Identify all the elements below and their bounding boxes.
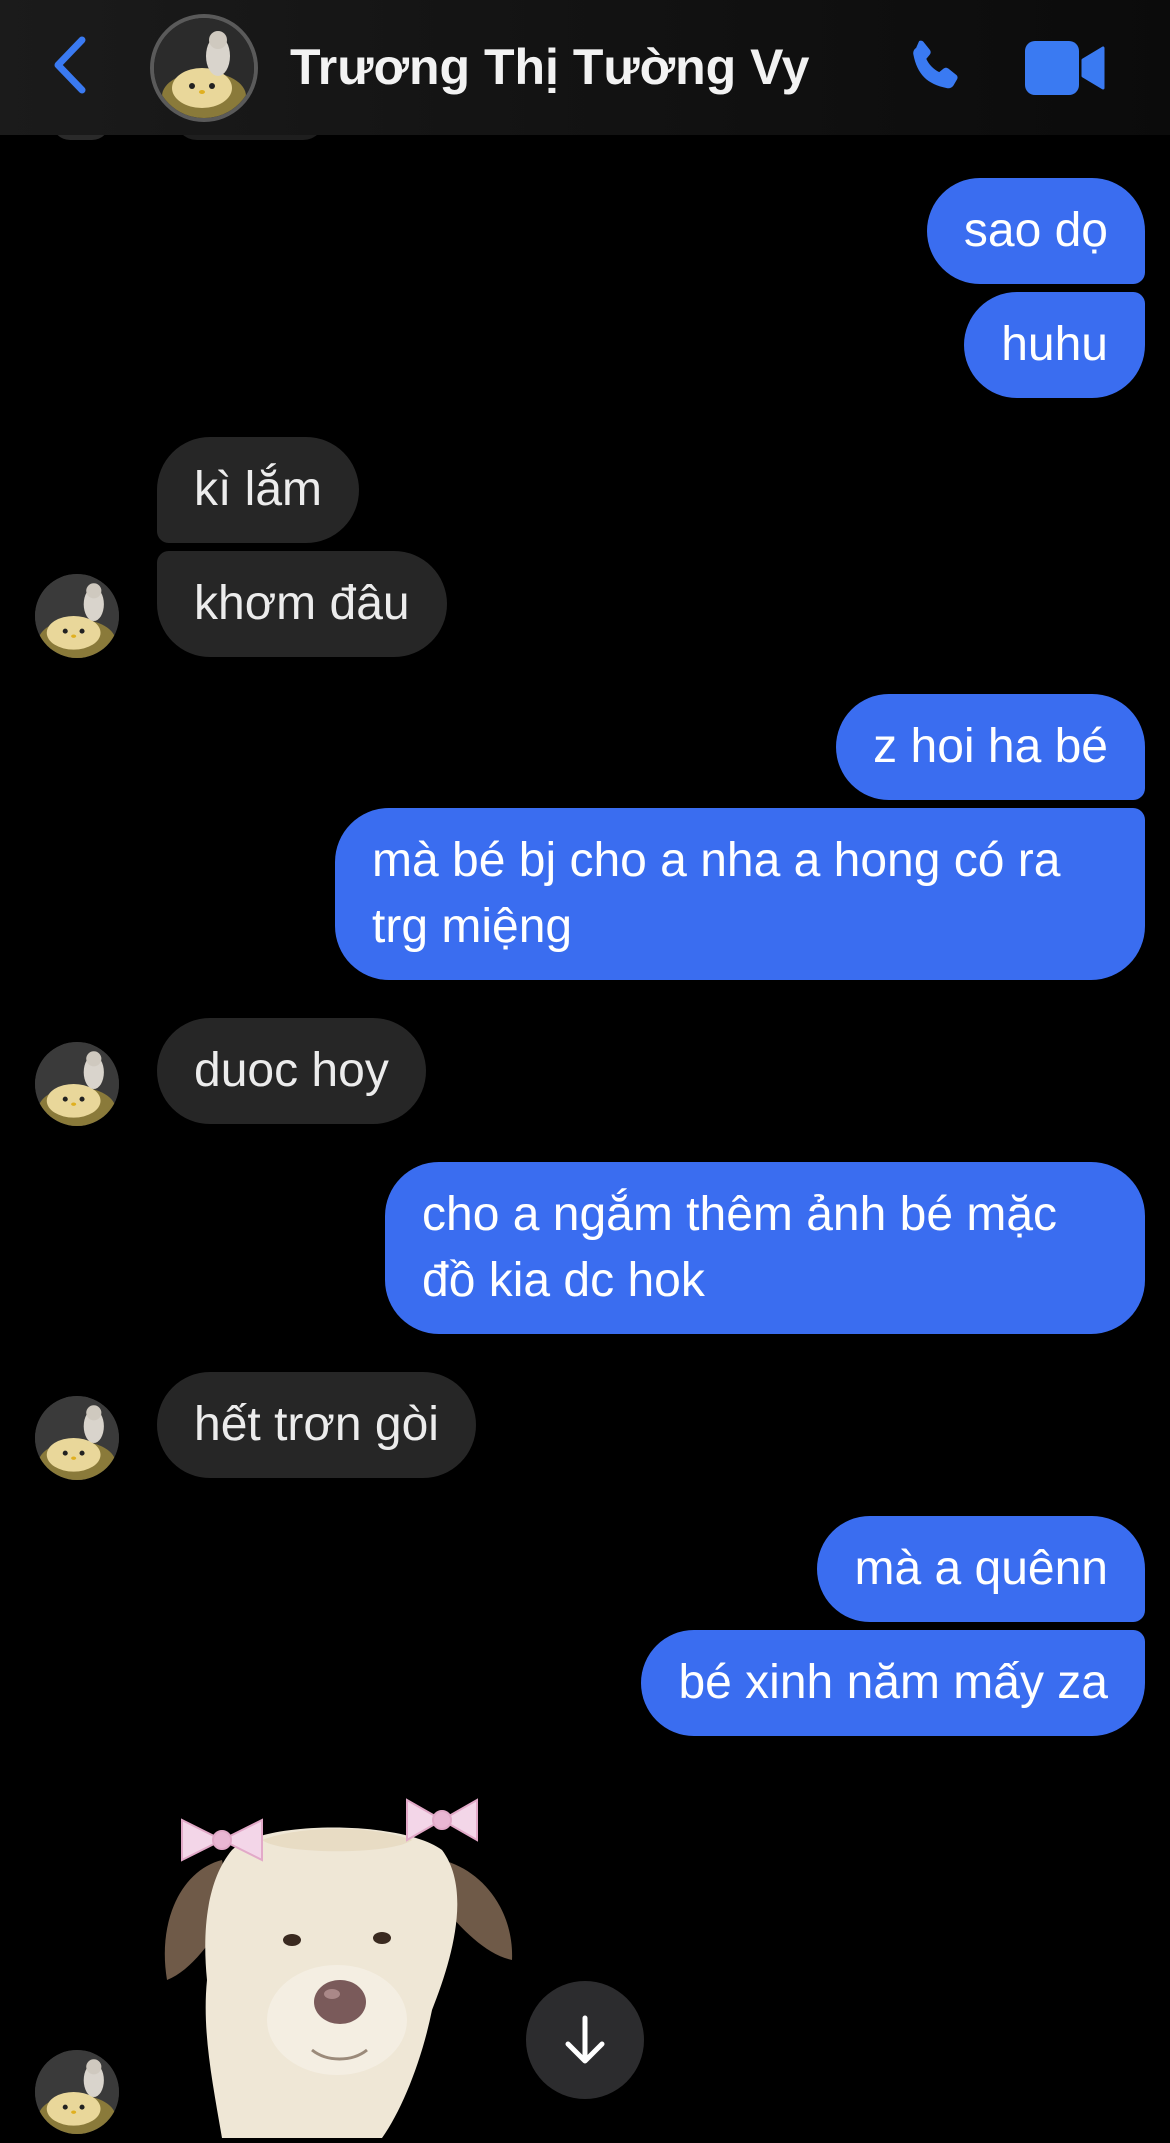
received-message[interactable]: khơm đâu xyxy=(157,551,447,657)
contact-avatar-small[interactable] xyxy=(35,1396,119,1480)
hello-kitty-avatar-image xyxy=(35,1042,119,1126)
sent-message[interactable]: sao dọ xyxy=(926,178,1145,284)
contact-name[interactable]: Trương Thị Tường Vy xyxy=(290,38,809,96)
hello-kitty-avatar-image xyxy=(35,574,119,658)
sent-message[interactable]: bé xinh năm mấy za xyxy=(641,1630,1145,1736)
received-message[interactable]: kì lắm xyxy=(157,437,360,543)
contact-avatar-small[interactable] xyxy=(35,1042,119,1126)
back-button[interactable] xyxy=(40,30,100,100)
sent-message[interactable]: mà bé bj cho a nha a hong có ra trg miện… xyxy=(335,808,1145,980)
sent-message[interactable]: mà a quênn xyxy=(817,1516,1145,1622)
dog-sticker[interactable] xyxy=(152,1780,520,2138)
hello-kitty-avatar-image xyxy=(154,18,254,118)
scroll-to-bottom-button[interactable] xyxy=(526,1981,644,2099)
sent-message[interactable]: cho a ngắm thêm ảnh bé mặc đồ kia dc hok xyxy=(385,1162,1145,1334)
chevron-left-icon xyxy=(54,36,86,94)
dog-with-pink-bows-sticker-image xyxy=(164,1798,513,2138)
contact-avatar-small[interactable] xyxy=(35,574,119,658)
arrow-down-icon xyxy=(565,2015,605,2064)
hello-kitty-avatar-image xyxy=(35,1396,119,1480)
sent-message[interactable]: z hoi ha bé xyxy=(836,694,1145,800)
voice-call-button[interactable] xyxy=(896,30,972,106)
contact-avatar-small[interactable] xyxy=(35,2050,119,2134)
video-camera-icon xyxy=(1025,41,1105,95)
hello-kitty-avatar-image xyxy=(35,2050,119,2134)
contact-avatar[interactable] xyxy=(150,14,258,122)
received-message[interactable]: hết trơn gòi xyxy=(157,1372,476,1478)
phone-icon xyxy=(913,40,958,89)
conversation-header: Trương Thị Tường Vy xyxy=(0,0,1170,135)
sent-message[interactable]: huhu xyxy=(964,292,1145,398)
video-call-button[interactable] xyxy=(1022,38,1108,98)
received-message[interactable]: duoc hoy xyxy=(157,1018,426,1124)
